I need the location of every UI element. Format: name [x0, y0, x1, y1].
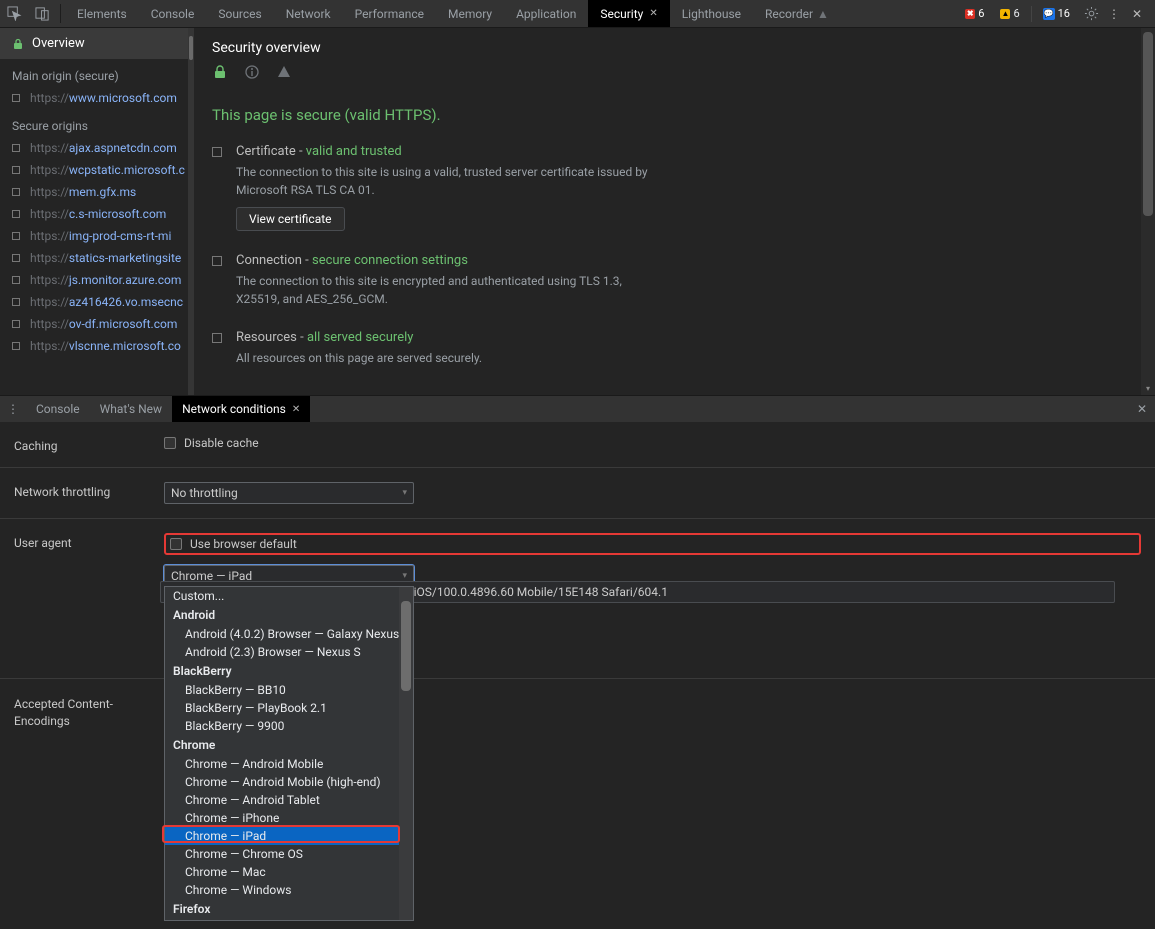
tab-lighthouse[interactable]: Lighthouse: [670, 0, 753, 27]
tab-application[interactable]: Application: [504, 0, 588, 27]
origin-item[interactable]: https://wcpstatic.microsoft.c: [0, 159, 188, 181]
info-count-badge[interactable]: 💬16: [1038, 6, 1075, 21]
origin-item[interactable]: https://js.monitor.azure.com: [0, 269, 188, 291]
dropdown-option[interactable]: Chrome — Chrome OS: [165, 845, 413, 863]
overview-header[interactable]: Overview: [0, 28, 188, 59]
origin-item[interactable]: https://ov-df.microsoft.com: [0, 313, 188, 335]
tab-memory[interactable]: Memory: [436, 0, 504, 27]
drawer-close-icon[interactable]: ✕: [1129, 396, 1155, 422]
device-toggle-icon[interactable]: [28, 0, 56, 27]
drawer: ⋮ ConsoleWhat's NewNetwork conditions✕ ✕…: [0, 395, 1155, 929]
lock-icon: [12, 38, 24, 50]
page-secure-headline: This page is secure (valid HTTPS).: [212, 106, 1137, 124]
disable-cache-checkbox[interactable]: Disable cache: [164, 436, 1141, 450]
inspect-icon[interactable]: [0, 0, 28, 27]
origin-item[interactable]: https://ajax.aspnetcdn.com: [0, 137, 188, 159]
warning-count-badge[interactable]: ▲6: [995, 6, 1024, 21]
resources-section: Resources - all served securely All reso…: [212, 330, 1137, 367]
dropdown-option[interactable]: Chrome — Windows: [165, 881, 413, 899]
dropdown-option[interactable]: Chrome — Android Tablet: [165, 791, 413, 809]
main-origin-item[interactable]: https://www.microsoft.com: [0, 87, 188, 109]
warning-icon: [276, 64, 292, 80]
dropdown-option[interactable]: Chrome — Mac: [165, 863, 413, 881]
security-sidebar: Overview Main origin (secure) https://ww…: [0, 28, 188, 395]
view-certificate-button[interactable]: View certificate: [236, 207, 345, 231]
dropdown-group: BlackBerry: [165, 661, 413, 681]
dropdown-option[interactable]: BlackBerry — PlayBook 2.1: [165, 699, 413, 717]
throttling-row: Network throttling No throttling▾: [0, 468, 1155, 519]
dropdown-group: Android: [165, 605, 413, 625]
origin-item[interactable]: https://img-prod-cms-rt-mi: [0, 225, 188, 247]
dropdown-scrollbar[interactable]: [399, 587, 413, 920]
caching-label: Caching: [14, 436, 164, 453]
dropdown-option[interactable]: Android (4.0.2) Browser — Galaxy Nexus: [165, 625, 413, 643]
throttling-select[interactable]: No throttling▾: [164, 482, 414, 504]
user-agent-row: User agent Use browser default Chrome — …: [0, 519, 1155, 679]
origin-item[interactable]: https://c.s-microsoft.com: [0, 203, 188, 225]
user-agent-label: User agent: [14, 533, 164, 550]
lock-icon: [212, 64, 228, 80]
tab-sources[interactable]: Sources: [206, 0, 273, 27]
devtools-toolbar: ElementsConsoleSourcesNetworkPerformance…: [0, 0, 1155, 28]
tab-console[interactable]: Console: [139, 0, 207, 27]
user-agent-dropdown-list[interactable]: Custom...AndroidAndroid (4.0.2) Browser …: [164, 586, 414, 921]
main-origin-heading: Main origin (secure): [0, 59, 188, 87]
origin-item[interactable]: https://statics-marketingsite: [0, 247, 188, 269]
dropdown-option[interactable]: Chrome — Android Mobile (high-end): [165, 773, 413, 791]
certificate-section: Certificate - valid and trusted The conn…: [212, 144, 1137, 231]
encodings-label: Accepted Content-Encodings: [14, 693, 164, 730]
drawer-tab-network-conditions[interactable]: Network conditions✕: [172, 396, 310, 422]
caching-row: Caching Disable cache: [0, 422, 1155, 468]
tab-elements[interactable]: Elements: [65, 0, 139, 27]
use-browser-default-checkbox[interactable]: Use browser default: [170, 537, 297, 551]
dropdown-option[interactable]: Chrome — Android Mobile: [165, 755, 413, 773]
security-overview-pane: Security overview This page is secure (v…: [194, 28, 1155, 395]
dropdown-option[interactable]: Chrome — iPhone: [165, 809, 413, 827]
dropdown-option[interactable]: BlackBerry — BB10: [165, 681, 413, 699]
security-overview-title: Security overview: [194, 28, 1155, 62]
dropdown-group: Chrome: [165, 735, 413, 755]
annotation-use-browser-default: Use browser default: [164, 533, 1141, 555]
error-count-badge[interactable]: ✖6: [960, 6, 989, 21]
tab-security[interactable]: Security✕: [588, 0, 669, 27]
tab-close-icon[interactable]: ✕: [649, 8, 657, 19]
tab-recorder[interactable]: Recorder▲: [753, 0, 841, 27]
origin-item[interactable]: https://vlscnne.microsoft.co: [0, 335, 188, 357]
dropdown-group: Firefox: [165, 899, 413, 919]
tab-network[interactable]: Network: [274, 0, 343, 27]
settings-icon[interactable]: [1081, 6, 1101, 21]
dropdown-option[interactable]: BlackBerry — 9900: [165, 717, 413, 735]
dropdown-option[interactable]: Android (2.3) Browser — Nexus S: [165, 643, 413, 661]
dropdown-option[interactable]: Firefox — Android Mobile: [165, 919, 413, 921]
info-icon: [244, 64, 260, 80]
drawer-tabs: ⋮ ConsoleWhat's NewNetwork conditions✕ ✕: [0, 396, 1155, 422]
close-icon[interactable]: ✕: [1127, 7, 1147, 21]
tab-performance[interactable]: Performance: [343, 0, 436, 27]
tab-close-icon[interactable]: ✕: [292, 404, 300, 415]
secure-origins-heading: Secure origins: [0, 109, 188, 137]
panel-tabs: ElementsConsoleSourcesNetworkPerformance…: [65, 0, 952, 27]
scrollbar[interactable]: ▾: [1141, 28, 1155, 395]
throttling-label: Network throttling: [14, 482, 164, 499]
drawer-tab-console[interactable]: Console: [26, 396, 90, 422]
drawer-menu-icon[interactable]: ⋮: [0, 396, 26, 422]
origin-item[interactable]: https://mem.gfx.ms: [0, 181, 188, 203]
dropdown-option[interactable]: Chrome — iPad: [165, 827, 413, 845]
drawer-tab-what-s-new[interactable]: What's New: [90, 396, 172, 422]
origin-item[interactable]: https://az416426.vo.msecnc: [0, 291, 188, 313]
connection-section: Connection - secure connection settings …: [212, 253, 1137, 308]
dropdown-group: Custom...: [165, 587, 413, 605]
kebab-icon[interactable]: ⋮: [1107, 7, 1121, 21]
